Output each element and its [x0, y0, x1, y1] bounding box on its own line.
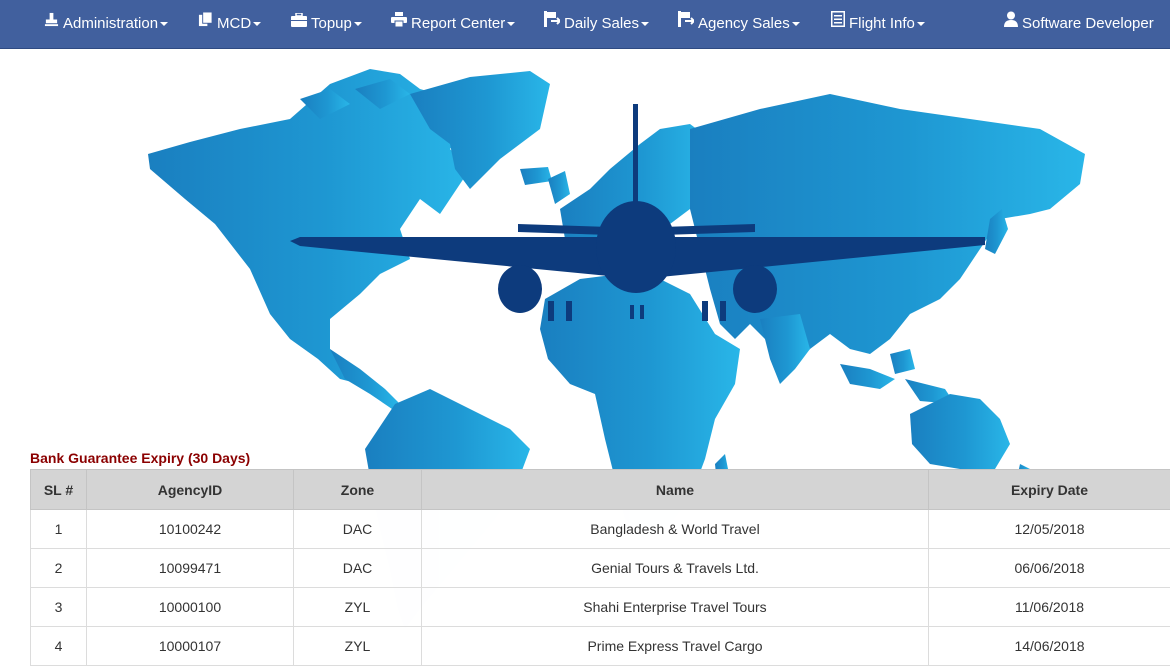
cell-name: Bangladesh & World Travel [422, 510, 929, 549]
cell-agency-id: 10000100 [87, 588, 294, 627]
cell-expiry-date: 12/05/2018 [929, 510, 1170, 549]
column-header-name[interactable]: Name [422, 470, 929, 510]
user-icon [1004, 0, 1018, 47]
nav-report-center-label: Report Center [411, 15, 505, 32]
chevron-down-icon [792, 22, 800, 26]
cell-expiry-date: 11/06/2018 [929, 588, 1170, 627]
cell-zone: DAC [294, 510, 422, 549]
nav-flight-info-label: Flight Info [849, 15, 915, 32]
table-row: 3 10000100 ZYL Shahi Enterprise Travel T… [31, 588, 1170, 627]
cell-expiry-date: 14/06/2018 [929, 627, 1170, 666]
cell-name: Genial Tours & Travels Ltd. [422, 549, 929, 588]
cell-sl: 3 [31, 588, 87, 627]
nav-agency-sales-label: Agency Sales [698, 15, 790, 32]
column-header-zone[interactable]: Zone [294, 470, 422, 510]
nav-topup[interactable]: Topup [291, 0, 362, 48]
stamp-icon [44, 0, 59, 47]
report-title: Bank Guarantee Expiry (30 Days) [30, 450, 250, 466]
cell-agency-id: 10100242 [87, 510, 294, 549]
cell-name: Prime Express Travel Cargo [422, 627, 929, 666]
cell-sl: 1 [31, 510, 87, 549]
nav-daily-sales[interactable]: Daily Sales [544, 0, 649, 48]
sales-icon [678, 0, 694, 47]
cell-agency-id: 10099471 [87, 549, 294, 588]
table-row: 1 10100242 DAC Bangladesh & World Travel… [31, 510, 1170, 549]
cell-zone: ZYL [294, 588, 422, 627]
nav-mcd-label: MCD [217, 15, 251, 32]
chevron-down-icon [641, 22, 649, 26]
documents-icon [198, 0, 213, 47]
bank-guarantee-table: SL # AgencyID Zone Name Expiry Date 1 10… [30, 469, 1170, 666]
top-navbar: Administration MCD Topup Report Center D… [0, 0, 1170, 49]
chevron-down-icon [917, 22, 925, 26]
nav-user-label: Software Developer [1022, 15, 1154, 32]
cell-name: Shahi Enterprise Travel Tours [422, 588, 929, 627]
cell-expiry-date: 06/06/2018 [929, 549, 1170, 588]
chevron-down-icon [253, 22, 261, 26]
cell-zone: DAC [294, 549, 422, 588]
nav-administration-label: Administration [63, 15, 158, 32]
table-row: 4 10000107 ZYL Prime Express Travel Carg… [31, 627, 1170, 666]
cell-sl: 4 [31, 627, 87, 666]
table-header-row: SL # AgencyID Zone Name Expiry Date [31, 470, 1170, 510]
column-header-expiry-date[interactable]: Expiry Date [929, 470, 1170, 510]
nav-user-menu[interactable]: Software Developer [1004, 0, 1154, 48]
table-row: 2 10099471 DAC Genial Tours & Travels Lt… [31, 549, 1170, 588]
nav-administration[interactable]: Administration [44, 0, 168, 48]
nav-agency-sales[interactable]: Agency Sales [678, 0, 800, 48]
sales-icon [544, 0, 560, 47]
briefcase-icon [291, 0, 307, 47]
nav-daily-sales-label: Daily Sales [564, 15, 639, 32]
chevron-down-icon [354, 22, 362, 26]
chevron-down-icon [160, 22, 168, 26]
cell-sl: 2 [31, 549, 87, 588]
column-header-sl[interactable]: SL # [31, 470, 87, 510]
nav-mcd[interactable]: MCD [198, 0, 261, 48]
nav-topup-label: Topup [311, 15, 352, 32]
printer-icon [391, 0, 407, 47]
column-header-agency-id[interactable]: AgencyID [87, 470, 294, 510]
cell-agency-id: 10000107 [87, 627, 294, 666]
list-icon [831, 0, 845, 47]
nav-flight-info[interactable]: Flight Info [831, 0, 925, 48]
nav-report-center[interactable]: Report Center [391, 0, 515, 48]
chevron-down-icon [507, 22, 515, 26]
cell-zone: ZYL [294, 627, 422, 666]
